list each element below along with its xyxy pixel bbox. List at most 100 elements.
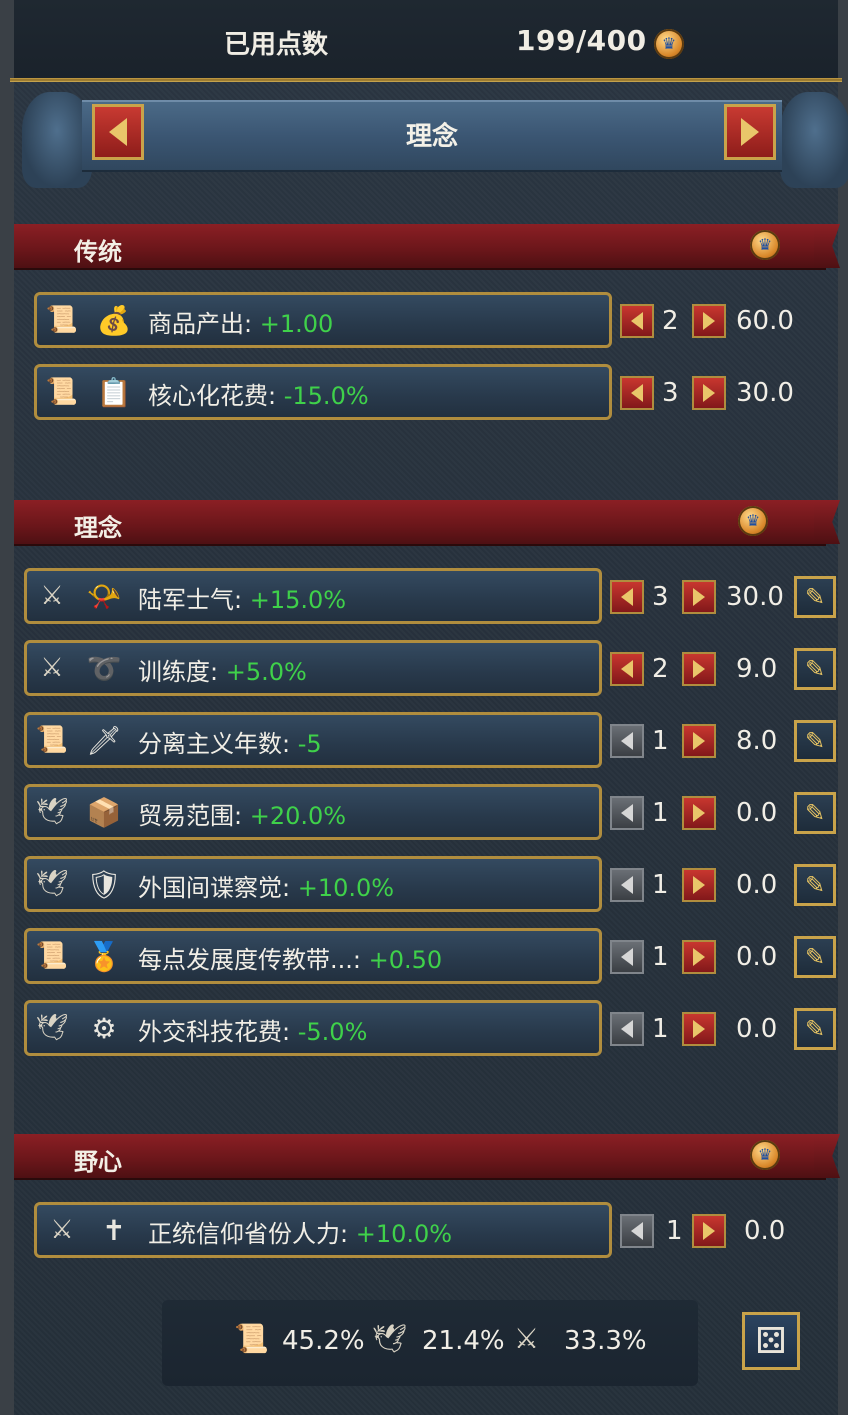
increase-button[interactable] [682, 580, 716, 614]
decrease-button[interactable] [620, 1214, 654, 1248]
decrease-button[interactable] [610, 1012, 644, 1046]
section-header-ideas: 理念 ♛ [14, 500, 840, 546]
edit-idea-button[interactable]: ✎ [794, 648, 836, 690]
increase-button[interactable] [682, 796, 716, 830]
pencil-icon: ✎ [804, 583, 826, 611]
section-header-tradition: 传统 ♛ [14, 224, 840, 270]
admin-scroll-icon: 📜 [35, 725, 69, 755]
idea-cost: 0.0 [736, 870, 778, 900]
admin-percentage: 45.2% [282, 1326, 365, 1356]
increase-button[interactable] [692, 376, 726, 410]
idea-label: 外交科技花费: -5.0% [138, 1018, 368, 1046]
edit-idea-button[interactable]: ✎ [794, 864, 836, 906]
idea-level: 3 [652, 582, 669, 612]
idea-level: 3 [662, 378, 679, 408]
section-title: 理念 [74, 514, 122, 542]
pencil-icon: ✎ [804, 727, 826, 755]
idea-cost: 9.0 [736, 654, 778, 684]
idea-cost: 0.0 [744, 1216, 786, 1246]
dice-icon: ⚄ [755, 1320, 787, 1362]
decrease-button[interactable] [610, 724, 644, 758]
banner-title: 理念 [405, 122, 458, 152]
decrease-button[interactable] [610, 796, 644, 830]
missionary-icon: 🏅 [86, 939, 122, 973]
diplo-tech-icon: ⚙ [91, 1011, 117, 1045]
pencil-icon: ✎ [804, 799, 826, 827]
increase-button[interactable] [692, 1214, 726, 1248]
increase-button[interactable] [682, 652, 716, 686]
idea-cost: 0.0 [736, 798, 778, 828]
edit-idea-button[interactable]: ✎ [794, 936, 836, 978]
pencil-icon: ✎ [804, 1015, 826, 1043]
section-header-ambition: 野心 ♛ [14, 1134, 840, 1180]
idea-level: 2 [652, 654, 669, 684]
idea-label: 分离主义年数: -5 [138, 730, 322, 758]
points-used-label: 已用点数 [224, 30, 329, 60]
idea-level: 1 [652, 870, 669, 900]
increase-button[interactable] [692, 304, 726, 338]
increase-button[interactable] [682, 940, 716, 974]
crown-coin-icon: ♛ [750, 1140, 780, 1170]
military-swords-icon: ⚔ [50, 1215, 74, 1245]
admin-scroll-icon: 📜 [234, 1322, 269, 1355]
faith-manpower-icon: ✝ [102, 1213, 126, 1247]
military-swords-icon: ⚔ [40, 653, 64, 683]
idea-label: 正统信仰省份人力: +10.0% [148, 1220, 453, 1248]
idea-label: 商品产出: +1.00 [148, 310, 334, 338]
idea-row: 📜 🗡 分离主义年数: -5 1 8.0 ✎ [24, 712, 840, 768]
idea-cost: 30.0 [736, 378, 794, 408]
idea-cost: 0.0 [736, 1014, 778, 1044]
edit-idea-button[interactable]: ✎ [794, 1008, 836, 1050]
diplo-percentage: 21.4% [422, 1326, 505, 1356]
decrease-button[interactable] [620, 376, 654, 410]
separatism-icon: 🗡 [86, 723, 122, 757]
idea-row: ⚔ 📯 陆军士气: +15.0% 3 30.0 ✎ [24, 568, 840, 624]
idea-label: 每点发展度传教带...: +0.50 [138, 946, 443, 974]
edit-idea-button[interactable]: ✎ [794, 576, 836, 618]
category-split-summary: 📜 45.2% 🕊 21.4% ⚔ 33.3% [162, 1300, 698, 1386]
core-cost-icon: 📋 [96, 375, 132, 409]
title-banner: 理念 [22, 92, 848, 192]
increase-button[interactable] [682, 724, 716, 758]
military-percentage: 33.3% [564, 1326, 647, 1356]
idea-label: 核心化花费: -15.0% [148, 382, 369, 410]
idea-level: 1 [652, 1014, 669, 1044]
diplo-dove-icon: 🕊 [35, 1013, 69, 1043]
increase-button[interactable] [682, 868, 716, 902]
idea-label: 外国间谍察觉: +10.0% [138, 874, 395, 902]
idea-cost: 8.0 [736, 726, 778, 756]
decrease-button[interactable] [610, 868, 644, 902]
admin-scroll-icon: 📜 [45, 377, 79, 407]
edit-idea-button[interactable]: ✎ [794, 720, 836, 762]
points-used-value: 199/400 [516, 24, 647, 57]
idea-row: 📜 💰 商品产出: +1.00 2 60.0 [34, 292, 834, 348]
increase-button[interactable] [682, 1012, 716, 1046]
decrease-button[interactable] [610, 580, 644, 614]
idea-row: 🕊 📦 贸易范围: +20.0% 1 0.0 ✎ [24, 784, 840, 840]
idea-level: 2 [662, 306, 679, 336]
idea-level: 1 [652, 726, 669, 756]
idea-row: ⚔ ✝ 正统信仰省份人力: +10.0% 1 0.0 [34, 1202, 834, 1258]
idea-row: 📜 📋 核心化花费: -15.0% 3 30.0 [34, 364, 834, 420]
idea-label: 陆军士气: +15.0% [138, 586, 347, 614]
decrease-button[interactable] [620, 304, 654, 338]
section-title: 传统 [74, 238, 122, 266]
points-header: 已用点数 199/400 ♛ [14, 0, 838, 80]
section-title: 野心 [74, 1148, 122, 1176]
admin-scroll-icon: 📜 [35, 941, 69, 971]
idea-level: 1 [652, 798, 669, 828]
crown-coin-icon: ♛ [750, 230, 780, 260]
pencil-icon: ✎ [804, 943, 826, 971]
divider [10, 78, 842, 82]
edit-idea-button[interactable]: ✎ [794, 792, 836, 834]
next-page-button[interactable] [724, 104, 776, 160]
diplo-dove-icon: 🕊 [372, 1322, 408, 1355]
crown-coin-icon: ♛ [654, 29, 684, 59]
decrease-button[interactable] [610, 652, 644, 686]
crown-coin-icon: ♛ [738, 506, 768, 536]
randomize-button[interactable]: ⚄ [742, 1312, 800, 1370]
whip-icon: ➰ [86, 651, 122, 685]
pencil-icon: ✎ [804, 871, 826, 899]
decrease-button[interactable] [610, 940, 644, 974]
idea-cost: 30.0 [726, 582, 784, 612]
